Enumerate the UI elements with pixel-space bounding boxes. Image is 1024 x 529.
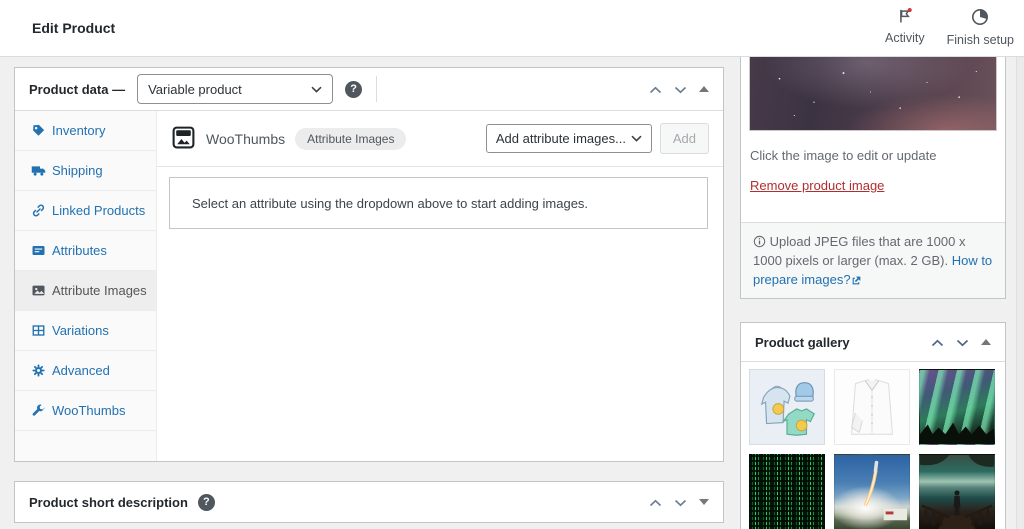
- image-edit-hint: Click the image to edit or update: [750, 148, 937, 163]
- image-icon: [32, 285, 45, 296]
- upload-guidelines-note: Upload JPEG files that are 1000 x 1000 p…: [741, 222, 1005, 298]
- gear-icon: [32, 364, 45, 377]
- attribute-images-badge: Attribute Images: [295, 127, 407, 150]
- product-gallery-panel: Product gallery: [740, 322, 1006, 529]
- thumbnail-matrix-green-code[interactable]: [749, 454, 825, 529]
- collapse-toggle-icon[interactable]: [981, 339, 991, 345]
- finish-setup-button[interactable]: Finish setup: [947, 7, 1014, 47]
- thumbnail-aurora-borealis[interactable]: [919, 369, 995, 445]
- upload-note-text: Upload JPEG files that are 1000 x 1000 p…: [753, 234, 966, 268]
- tab-woothumbs[interactable]: WooThumbs: [15, 391, 156, 431]
- product-data-panel: Product data — Variable product ? Invent…: [14, 67, 724, 462]
- empty-state-notice: Select an attribute using the dropdown a…: [169, 177, 708, 229]
- move-down-button[interactable]: [956, 335, 969, 350]
- topbar: Edit Product Activity Finish setup: [0, 0, 1024, 57]
- external-link-icon: [852, 276, 860, 285]
- attribute-select-value: Add attribute images...: [495, 131, 626, 146]
- move-down-button[interactable]: [674, 495, 687, 510]
- thumbnail-apparel-illustration[interactable]: [749, 369, 825, 445]
- panel-controls: [649, 82, 709, 97]
- woothumbs-logo-icon: [171, 125, 196, 153]
- product-data-title: Product data —: [29, 81, 126, 97]
- tab-attribute-images[interactable]: Attribute Images: [15, 271, 156, 311]
- collapse-toggle-icon[interactable]: [699, 86, 709, 92]
- panel-controls: [649, 495, 709, 510]
- flag-icon: [895, 7, 914, 28]
- product-gallery-header: Product gallery: [741, 323, 1005, 362]
- tab-attributes[interactable]: Attributes: [15, 231, 156, 271]
- collapse-toggle-icon[interactable]: [699, 499, 709, 505]
- tab-shipping[interactable]: Shipping: [15, 151, 156, 191]
- thumbnail-white-dress-shirt[interactable]: [834, 369, 910, 445]
- empty-state-message: Select an attribute using the dropdown a…: [192, 195, 589, 211]
- info-icon: [753, 235, 766, 248]
- product-image-panel: Click the image to edit or update Remove…: [740, 57, 1006, 299]
- finish-setup-label: Finish setup: [946, 33, 1014, 47]
- panel-controls: [931, 335, 991, 350]
- move-up-button[interactable]: [931, 335, 944, 350]
- product-data-body: Inventory Shipping Linked Products Attri…: [15, 111, 723, 461]
- move-up-button[interactable]: [649, 495, 662, 510]
- activity-label: Activity: [885, 31, 925, 45]
- topbar-actions: Activity Finish setup: [885, 7, 1014, 47]
- page-title: Edit Product: [32, 20, 116, 36]
- wrench-icon: [32, 404, 45, 416]
- short-description-header: Product short description ?: [15, 482, 723, 522]
- short-description-panel: Product short description ?: [14, 481, 724, 523]
- product-data-tabs: Inventory Shipping Linked Products Attri…: [15, 111, 157, 461]
- tab-variations[interactable]: Variations: [15, 311, 156, 351]
- tab-linked-products[interactable]: Linked Products: [15, 191, 156, 231]
- product-type-select[interactable]: Variable product: [137, 74, 334, 104]
- move-down-button[interactable]: [674, 82, 687, 97]
- help-icon[interactable]: ?: [345, 80, 363, 98]
- woothumbs-plugin-name: WooThumbs: [206, 130, 286, 147]
- woothumbs-toolbar: WooThumbs Attribute Images Add attribute…: [157, 111, 723, 167]
- attribute-images-tab-content: WooThumbs Attribute Images Add attribute…: [157, 111, 723, 461]
- short-description-title: Product short description: [29, 494, 188, 510]
- tab-inventory[interactable]: Inventory: [15, 111, 156, 151]
- featured-product-image[interactable]: [749, 57, 997, 131]
- gallery-thumbnails: [741, 362, 1005, 529]
- help-icon[interactable]: ?: [197, 493, 215, 511]
- product-type-value: Variable product: [148, 81, 242, 97]
- remove-product-image-link[interactable]: Remove product image: [750, 178, 884, 193]
- product-gallery-title: Product gallery: [755, 334, 850, 350]
- add-button[interactable]: Add: [659, 123, 709, 154]
- grid-icon: [32, 325, 45, 336]
- tab-advanced[interactable]: Advanced: [15, 351, 156, 391]
- move-up-button[interactable]: [649, 82, 662, 97]
- add-attribute-images-select[interactable]: Add attribute images...: [485, 124, 652, 153]
- product-data-header: Product data — Variable product ?: [15, 68, 723, 111]
- setup-progress-icon: [970, 7, 990, 30]
- woocommerce-edit-product-screen: Edit Product Activity Finish setup Produ…: [0, 0, 1024, 529]
- index-card-icon: [32, 246, 45, 255]
- activity-button[interactable]: Activity: [885, 7, 925, 47]
- tag-icon: [33, 124, 45, 136]
- thumbnail-storm-wave-boardwalk[interactable]: [919, 454, 995, 529]
- page-scrollbar[interactable]: [1016, 57, 1024, 529]
- divider: [376, 76, 378, 102]
- link-icon: [32, 204, 45, 217]
- chevron-down-icon: [311, 86, 322, 93]
- thumbnail-rocket-launch[interactable]: [834, 454, 910, 529]
- toolbar-actions: Add attribute images... Add: [485, 123, 709, 154]
- truck-icon: [31, 166, 46, 176]
- chevron-down-icon: [631, 135, 642, 142]
